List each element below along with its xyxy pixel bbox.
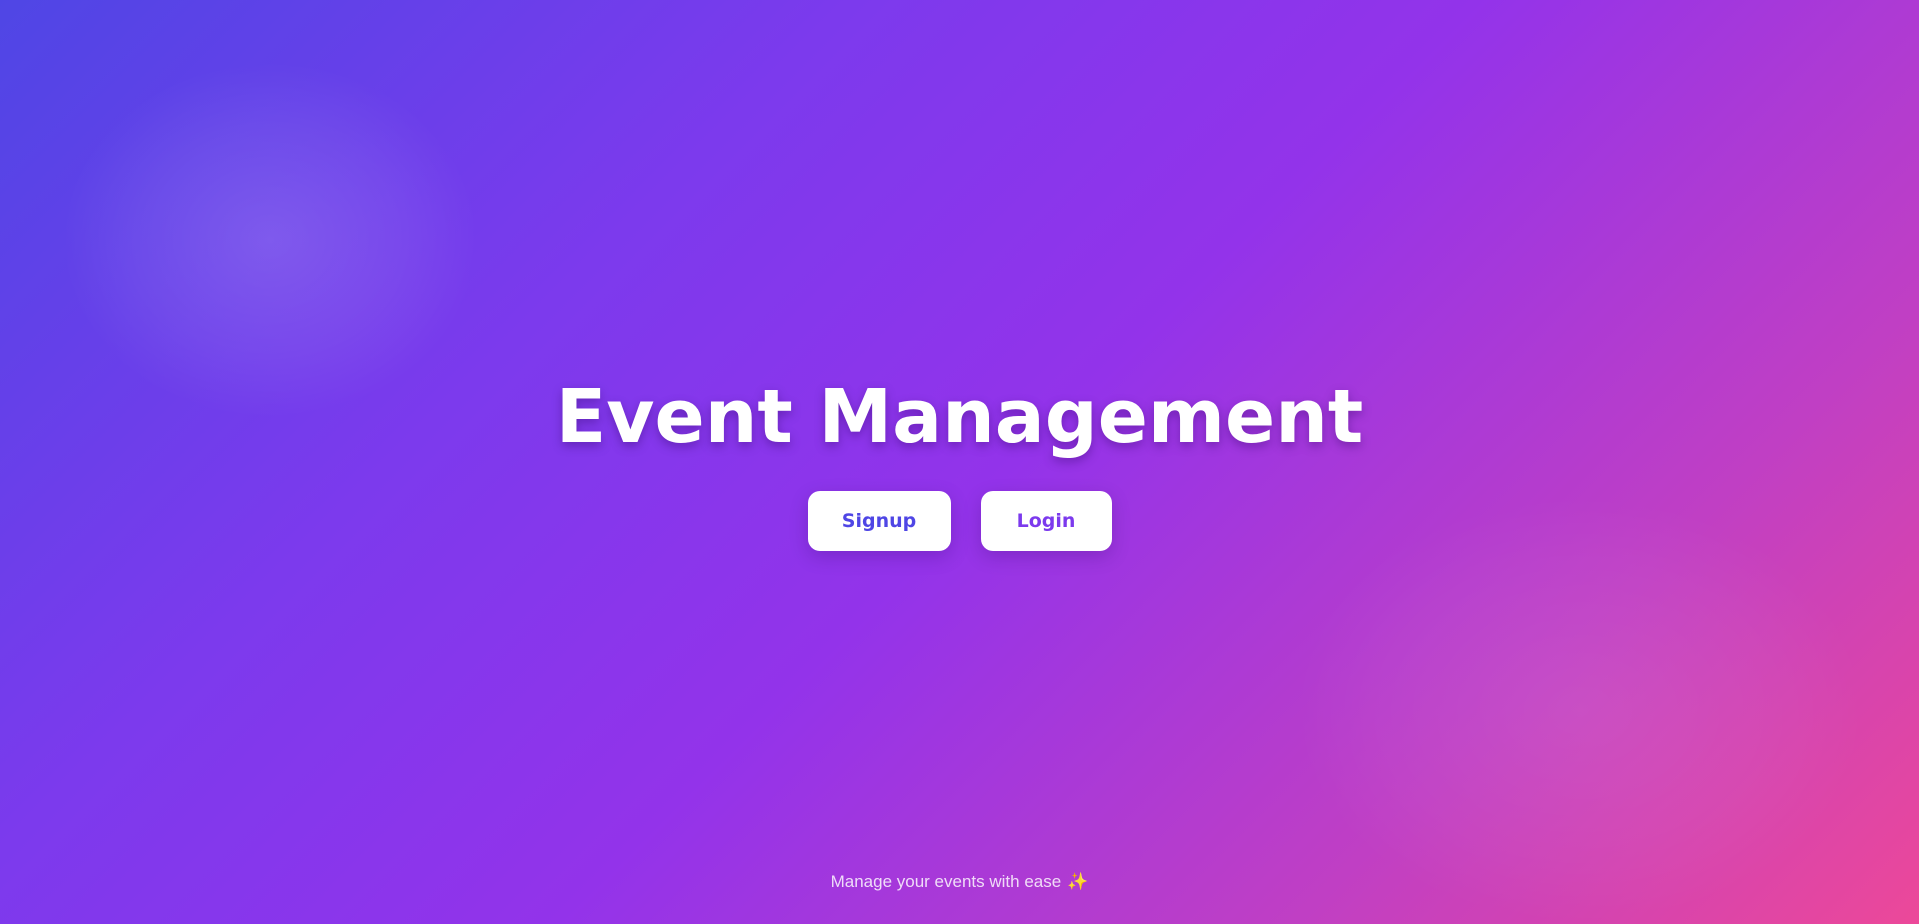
landing-page: { "hero": { "title": "Event Management" …	[0, 0, 1919, 924]
auth-actions: Signup Login	[0, 491, 1919, 551]
footer-tagline: Manage your events with ease	[830, 872, 1062, 891]
background-glow	[60, 60, 480, 420]
sparkles-icon: ✨	[1067, 872, 1089, 892]
footer: Manage your events with ease ✨	[0, 872, 1919, 892]
background-glow	[1300, 500, 1860, 920]
hero-section: Event Management	[0, 372, 1919, 462]
login-button[interactable]: Login	[980, 491, 1112, 551]
signup-button[interactable]: Signup	[807, 491, 951, 551]
page-title: Event Management	[555, 374, 1364, 460]
